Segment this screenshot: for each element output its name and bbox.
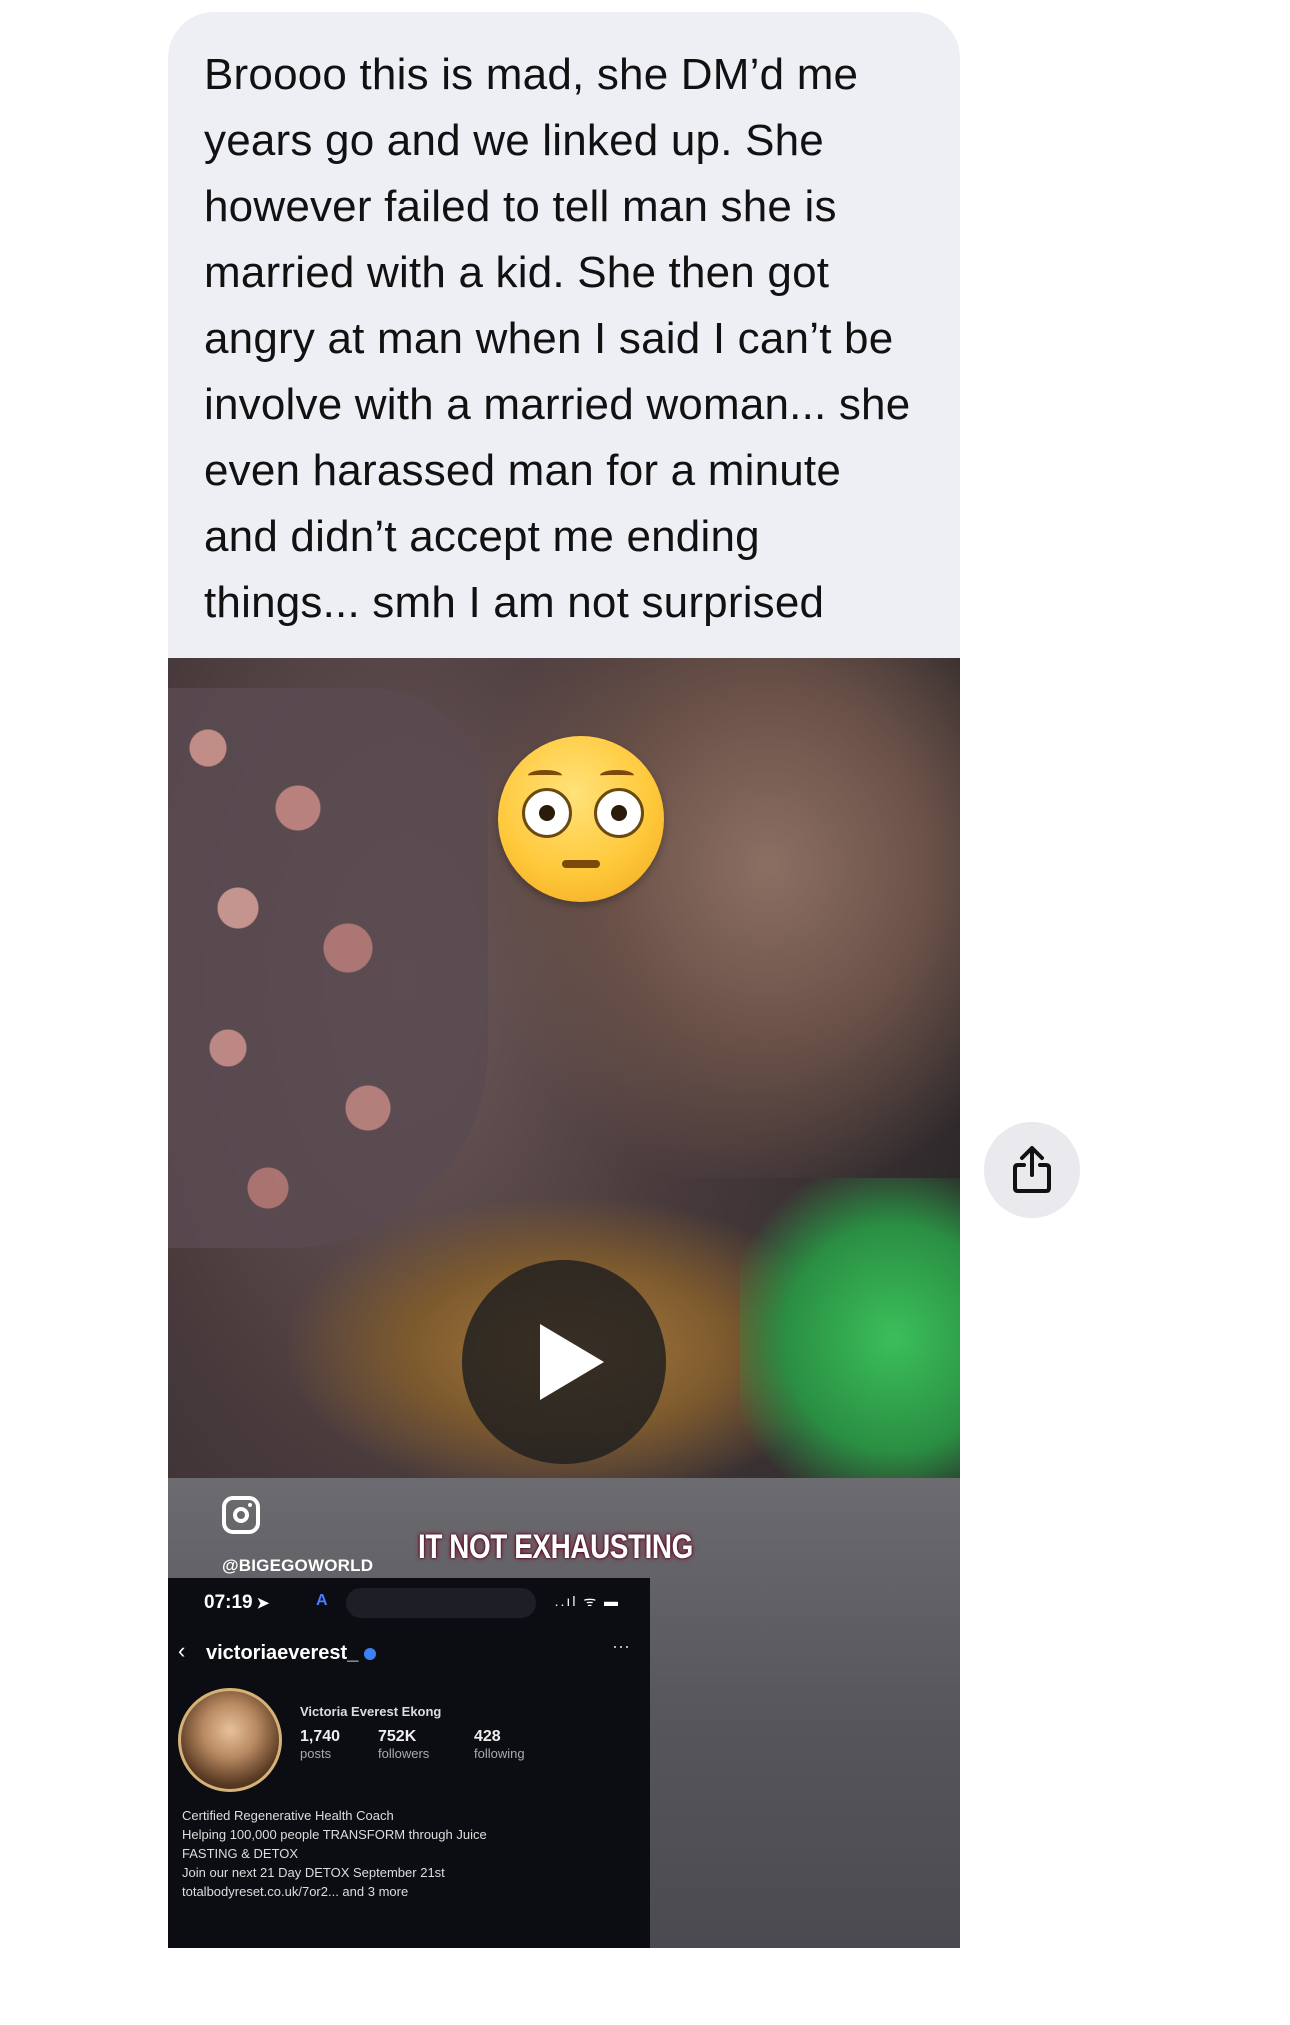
message-text: Broooo this is mad, she DM’d me years go… bbox=[204, 50, 911, 627]
share-icon bbox=[1013, 1146, 1051, 1193]
message-group: Broooo this is mad, she DM’d me years go… bbox=[168, 12, 960, 1948]
stat-followers-label: followers bbox=[378, 1746, 430, 1761]
profile-bio: Certified Regenerative Health Coach Help… bbox=[182, 1806, 642, 1901]
profile-screenshot-inset: 07:19 ➤ A ..ıl ᯤ ▬ ‹ victoriaeverest_ ···… bbox=[168, 1578, 650, 1948]
message-bubble[interactable]: Broooo this is mad, she DM’d me years go… bbox=[168, 12, 960, 658]
play-button[interactable] bbox=[462, 1260, 666, 1464]
instagram-icon bbox=[222, 1496, 260, 1534]
video-caption: IT NOT EXHAUSTING bbox=[418, 1528, 693, 1566]
status-time-text: 07:19 bbox=[204, 1592, 253, 1613]
bio-line: Helping 100,000 people TRANSFORM through… bbox=[182, 1827, 487, 1842]
profile-username-text: victoriaeverest_ bbox=[206, 1642, 359, 1664]
video-leopard-pattern bbox=[168, 688, 488, 1248]
signal-battery-icons: ..ıl ᯤ ▬ bbox=[554, 1593, 620, 1609]
stat-posts-label: posts bbox=[300, 1746, 332, 1761]
verified-badge-icon bbox=[364, 1647, 377, 1660]
emoji-mouth bbox=[562, 860, 600, 868]
back-chevron-icon: ‹ bbox=[178, 1638, 186, 1663]
stat-followers: 752K followers bbox=[378, 1728, 429, 1761]
stat-following-label: following bbox=[474, 1746, 525, 1761]
emoji-right-brow bbox=[600, 770, 634, 781]
bio-line: FASTING & DETOX bbox=[182, 1846, 299, 1861]
watermark-handle: @BIGEGOWORLD bbox=[222, 1556, 374, 1575]
share-button[interactable] bbox=[984, 1122, 1080, 1218]
play-icon bbox=[540, 1324, 604, 1400]
dynamic-island bbox=[346, 1588, 536, 1618]
stat-posts: 1,740 posts bbox=[300, 1728, 340, 1761]
emoji-left-brow bbox=[528, 770, 562, 781]
video-green-region bbox=[740, 1178, 960, 1498]
profile-username: victoriaeverest_ bbox=[206, 1642, 377, 1665]
location-arrow-icon: ➤ bbox=[256, 1595, 270, 1612]
emoji-left-eye bbox=[522, 788, 572, 838]
video-attachment[interactable]: @BIGEGOWORLD IT NOT EXHAUSTING 07:19 ➤ A … bbox=[168, 658, 960, 1948]
bio-link: totalbodyreset.co.uk/7or2... and 3 more bbox=[182, 1884, 409, 1899]
stat-following: 428 following bbox=[474, 1728, 525, 1761]
video-background bbox=[480, 658, 960, 1178]
bio-line: Join our next 21 Day DETOX September 21s… bbox=[182, 1865, 445, 1880]
status-time: 07:19 ➤ bbox=[204, 1592, 269, 1614]
stat-following-num: 428 bbox=[474, 1728, 501, 1745]
flushed-face-emoji bbox=[498, 736, 664, 902]
status-indicator: A bbox=[316, 1592, 328, 1609]
more-options-icon: ··· bbox=[612, 1636, 630, 1656]
profile-full-name: Victoria Everest Ekong bbox=[300, 1704, 442, 1719]
avatar bbox=[178, 1688, 282, 1792]
bio-line: Certified Regenerative Health Coach bbox=[182, 1808, 394, 1823]
emoji-right-eye bbox=[594, 788, 644, 838]
stat-followers-num: 752K bbox=[378, 1728, 417, 1745]
stat-posts-num: 1,740 bbox=[300, 1728, 341, 1745]
